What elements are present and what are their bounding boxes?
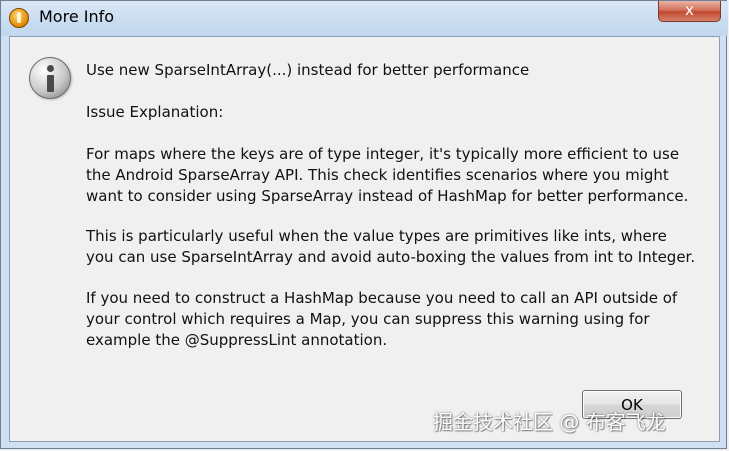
- watermark: 掘金技术社区 @ 布客飞龙: [433, 410, 666, 434]
- info-icon-dot: [47, 65, 54, 72]
- more-info-dialog: More Info x Use new SparseIntArray(...) …: [0, 0, 728, 449]
- explanation-paragraph-1: For maps where the keys are of type inte…: [86, 145, 689, 205]
- explanation-heading: Issue Explanation:: [86, 103, 224, 121]
- dialog-body: Use new SparseIntArray(...) instead for …: [9, 36, 720, 442]
- close-button[interactable]: x: [658, 1, 721, 22]
- info-icon: [29, 57, 71, 99]
- explanation-paragraph-3: If you need to construct a HashMap becau…: [86, 289, 678, 349]
- app-icon: [9, 8, 29, 28]
- title-bar[interactable]: More Info x: [1, 1, 728, 36]
- explanation-paragraph-2: This is particularly useful when the val…: [86, 227, 696, 266]
- summary-text: Use new SparseIntArray(...) instead for …: [86, 61, 530, 79]
- window-title: More Info: [39, 7, 115, 26]
- info-icon-bar: [47, 75, 54, 92]
